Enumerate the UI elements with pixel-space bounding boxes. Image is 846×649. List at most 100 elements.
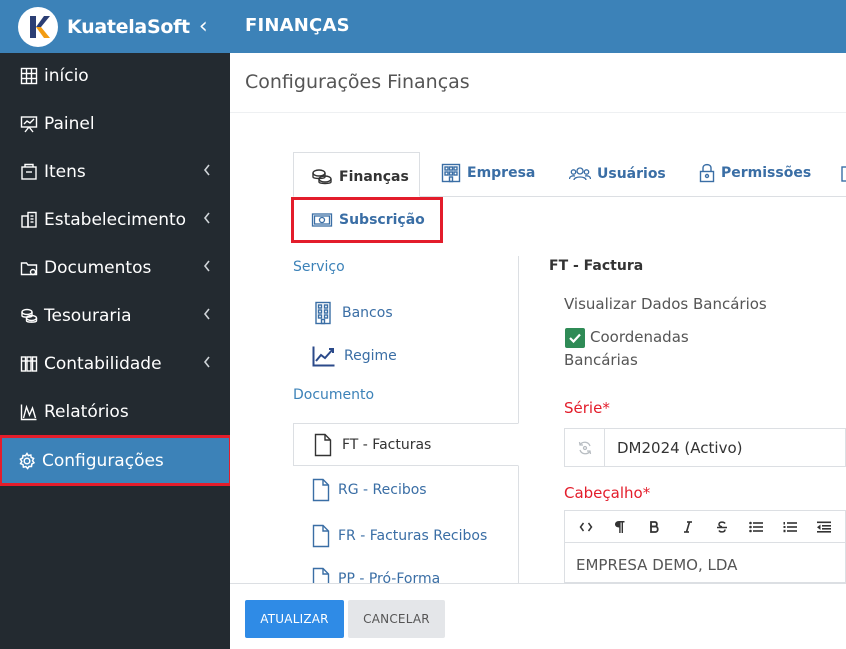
sidebar-item-label: Documentos: [44, 258, 152, 278]
sidebar-item-label: Itens: [44, 162, 86, 182]
cabecalho-editor[interactable]: EMPRESA DEMO, LDA: [564, 543, 846, 583]
menu-item-label: Bancos: [342, 305, 393, 321]
editor-toolbar: [564, 510, 846, 543]
sidebar-collapse-icon[interactable]: ‹: [199, 15, 208, 38]
update-button[interactable]: ATUALIZAR: [245, 600, 344, 638]
sidebar-item-estabelecimento[interactable]: Estabelecimento: [0, 196, 230, 244]
tab-more-icon[interactable]: [840, 166, 846, 182]
tab-permissoes[interactable]: Permissões: [699, 163, 811, 183]
presentation-board-icon: [19, 114, 39, 134]
sidebar-item-relatorios[interactable]: Relatórios: [0, 388, 230, 436]
tab-subscricao[interactable]: Subscrição: [291, 197, 443, 243]
sidebar-item-documentos[interactable]: Documentos: [0, 244, 230, 292]
form-title: FT - Factura: [549, 258, 644, 274]
menu-item-bancos[interactable]: Bancos: [312, 301, 393, 325]
binders-icon: [19, 354, 39, 374]
coins-icon: [311, 168, 333, 186]
bulleted-list-icon[interactable]: [739, 511, 773, 542]
tab-label: Empresa: [467, 165, 536, 181]
cabecalho-value: EMPRESA DEMO, LDA: [576, 556, 738, 574]
chevron-left-icon: [203, 260, 210, 272]
bold-icon[interactable]: [637, 511, 671, 542]
page-title: Configurações Finanças: [245, 71, 470, 93]
k-logo-icon: [22, 10, 54, 43]
sidebar-item-label: Relatórios: [44, 402, 129, 422]
more-tabs-icon: [841, 166, 846, 182]
bank-data-label: Visualizar Dados Bancários: [564, 295, 767, 313]
coins-icon: [19, 306, 39, 326]
sidebar-item-itens[interactable]: Itens: [0, 148, 230, 196]
menu-item-label: FT - Facturas: [342, 436, 432, 453]
cancel-button[interactable]: CANCELAR: [348, 600, 445, 638]
numbered-list-icon[interactable]: [773, 511, 807, 542]
sidebar-item-configuracoes[interactable]: Configurações: [0, 435, 232, 486]
coords-label: Coordenadas: [590, 328, 689, 346]
tab-label: Finanças: [339, 168, 409, 185]
italic-icon[interactable]: [671, 511, 705, 542]
menu-item-ft[interactable]: FT - Facturas: [293, 423, 519, 466]
sidebar-item-label: início: [44, 66, 89, 86]
sidebar-item-label: Contabilidade: [44, 354, 162, 374]
serie-value: DM2024 (Activo): [617, 438, 743, 457]
section-label-servico: Serviço: [293, 259, 345, 275]
tab-financas[interactable]: Finanças: [293, 152, 420, 197]
file-icon: [312, 524, 330, 548]
chevron-left-icon: [203, 164, 210, 176]
file-icon: [312, 478, 330, 502]
module-title: FINANÇAS: [245, 15, 350, 36]
coords-label-continued: Bancárias: [564, 351, 638, 369]
coords-checkbox[interactable]: [565, 328, 585, 348]
tab-label: Permissões: [721, 165, 812, 181]
folder-icon: [19, 258, 39, 278]
grid-icon: [19, 66, 39, 86]
sidebar-item-label: Tesouraria: [44, 306, 132, 326]
file-icon: [314, 433, 332, 457]
chart-icon: [19, 402, 39, 422]
cabecalho-label: Cabeçalho*: [564, 484, 651, 502]
refresh-icon: [578, 441, 591, 454]
top-header: FINANÇAS: [230, 0, 846, 53]
menu-item-label: RG - Recibos: [338, 482, 427, 498]
chevron-left-icon: [203, 212, 210, 224]
sidebar-item-contabilidade[interactable]: Contabilidade: [0, 340, 230, 388]
tab-usuarios[interactable]: Usuários: [569, 166, 666, 182]
menu-divider: [518, 466, 519, 583]
menu-divider: [518, 256, 519, 423]
check-icon: [569, 333, 581, 344]
menu-item-fr[interactable]: FR - Facturas Recibos: [312, 524, 487, 548]
tab-label: Usuários: [597, 166, 666, 182]
paragraph-icon[interactable]: [603, 511, 637, 542]
box-icon: [19, 162, 39, 182]
serie-select[interactable]: DM2024 (Activo): [564, 428, 846, 467]
building-icon: [441, 163, 461, 183]
serie-label: Série*: [564, 399, 610, 417]
menu-item-rg[interactable]: RG - Recibos: [312, 478, 427, 502]
sidebar-item-label: Configurações: [42, 450, 164, 471]
menu-item-regime[interactable]: Regime: [312, 345, 397, 367]
serie-addon: [565, 429, 605, 466]
code-view-icon[interactable]: [569, 511, 603, 542]
brand-bar: KuatelaSoft ‹: [0, 0, 230, 53]
sidebar-item-label: Painel: [44, 114, 95, 134]
brand-name: KuatelaSoft: [67, 15, 190, 38]
money-bill-icon: [311, 211, 333, 229]
sidebar-item-label: Estabelecimento: [44, 210, 187, 230]
sidebar-item-painel[interactable]: Painel: [0, 100, 230, 148]
sidebar-item-inicio[interactable]: início: [0, 52, 230, 100]
page-title-bar: Configurações Finanças: [230, 53, 846, 113]
chevron-left-icon: [203, 356, 210, 368]
bank-building-icon: [312, 301, 334, 325]
form-footer: ATUALIZAR CANCELAR: [230, 583, 846, 649]
brand-logo[interactable]: [18, 6, 58, 47]
sidebar-item-tesouraria[interactable]: Tesouraria: [0, 292, 230, 340]
line-chart-icon: [312, 345, 336, 367]
building-icon: [19, 210, 39, 230]
chevron-left-icon: [203, 308, 210, 320]
strikethrough-icon[interactable]: [705, 511, 739, 542]
outdent-icon[interactable]: [807, 511, 841, 542]
tab-empresa[interactable]: Empresa: [441, 163, 535, 183]
menu-item-label: Regime: [344, 348, 397, 364]
tab-label: Subscrição: [339, 212, 425, 228]
sidebar: KuatelaSoft ‹ início Painel Itens Estabe…: [0, 0, 232, 649]
menu-item-label: FR - Facturas Recibos: [338, 528, 488, 544]
